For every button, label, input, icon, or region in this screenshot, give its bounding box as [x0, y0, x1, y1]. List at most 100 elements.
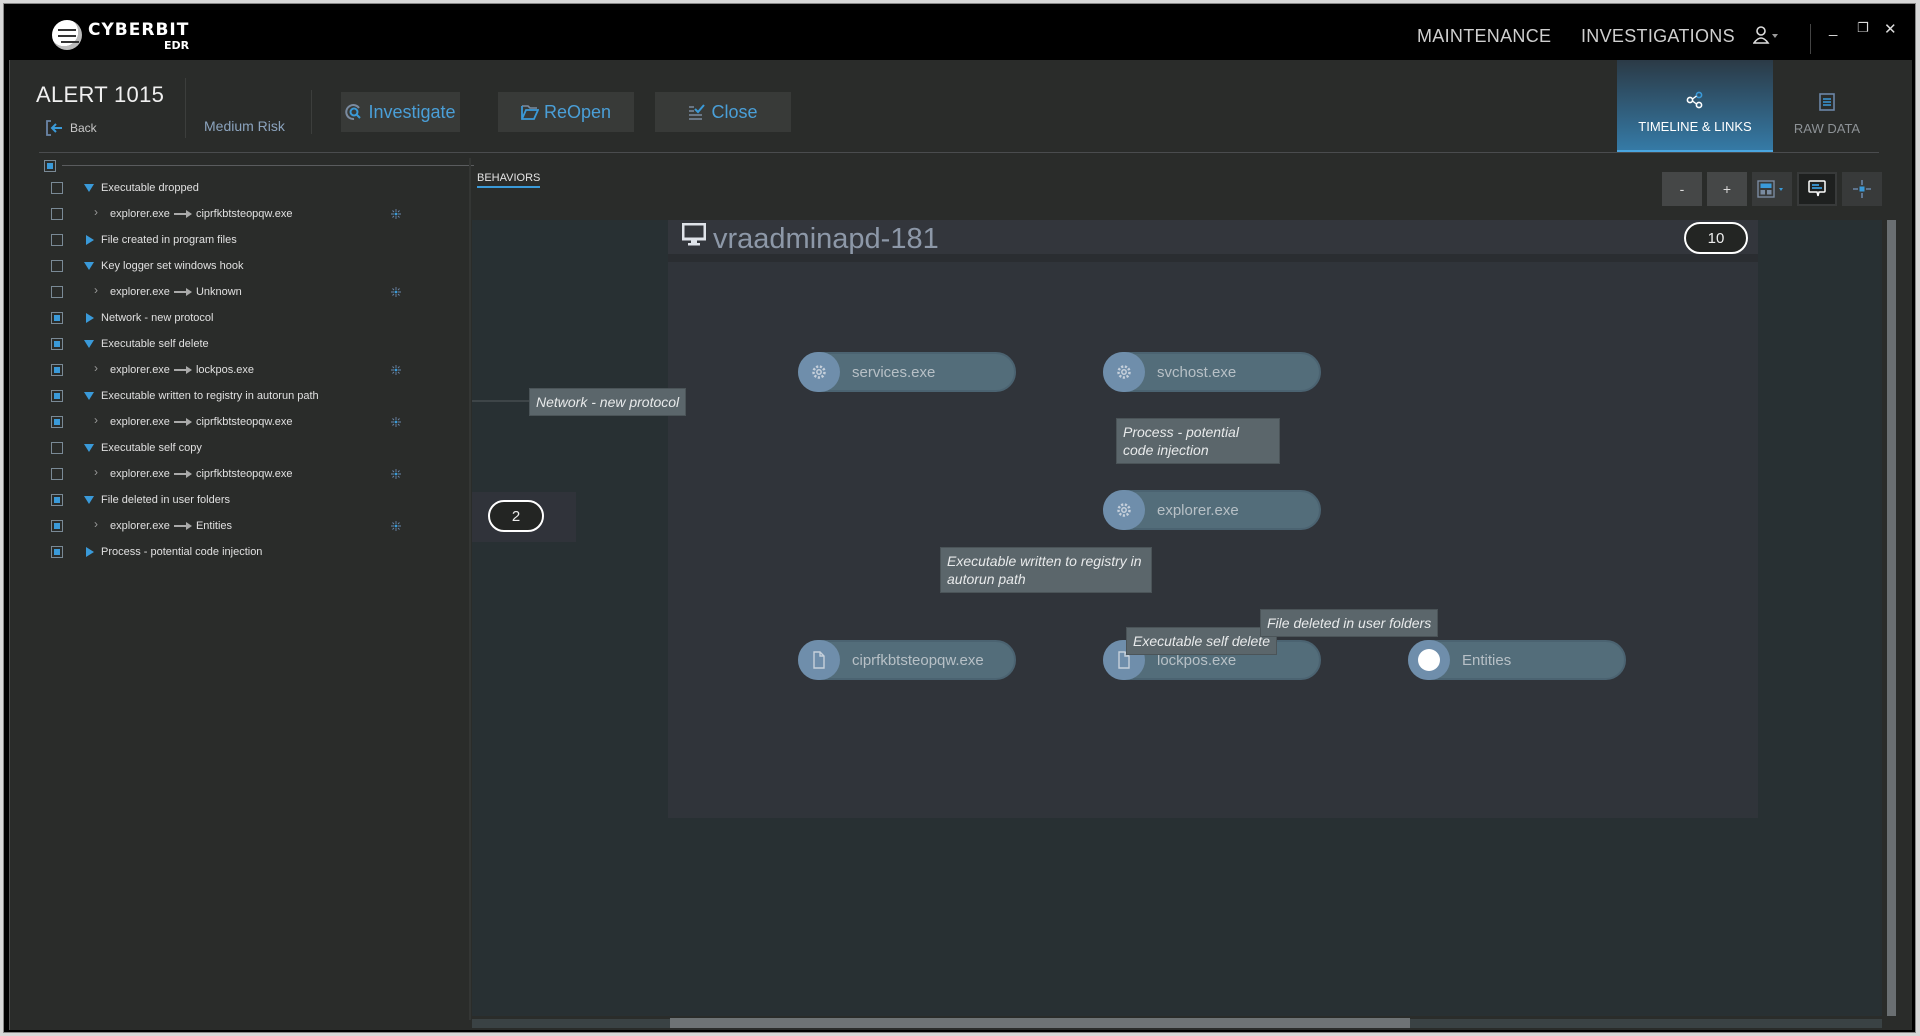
row-checkbox[interactable]: [51, 260, 63, 272]
expanded-caret-icon[interactable]: [84, 444, 94, 452]
host-name: vraadminapd-181: [713, 223, 939, 255]
minimize-button[interactable]: _: [1829, 20, 1837, 37]
edge-label-file-deleted[interactable]: File deleted in user folders: [1260, 609, 1439, 637]
behavior-group-row[interactable]: Key logger set windows hook: [34, 256, 474, 276]
behavior-event-row[interactable]: › explorer.exe ciprfkbtsteopqw.exe: [34, 412, 474, 432]
collapsed-caret-icon[interactable]: [86, 235, 94, 245]
behavior-group-row[interactable]: Executable written to registry in autoru…: [34, 386, 474, 406]
tab-timeline-links[interactable]: TIMELINE & LINKS: [1617, 60, 1773, 152]
locate-in-graph-icon[interactable]: [391, 365, 401, 375]
center-graph-button[interactable]: [1842, 172, 1882, 206]
row-checkbox[interactable]: [51, 520, 63, 532]
node-svchost[interactable]: svchost.exe: [1103, 352, 1321, 392]
row-checkbox[interactable]: [51, 182, 63, 194]
expanded-caret-icon[interactable]: [84, 392, 94, 400]
chevron-right-icon[interactable]: ›: [94, 413, 98, 427]
edge-label-self-delete[interactable]: Executable self delete: [1126, 627, 1277, 655]
behavior-group-row[interactable]: Process - potential code injection: [34, 542, 474, 562]
panel-splitter[interactable]: [469, 158, 471, 1020]
expanded-caret-icon[interactable]: [84, 184, 94, 192]
tab-raw-data[interactable]: RAW DATA: [1773, 60, 1881, 152]
node-explorer[interactable]: explorer.exe: [1103, 490, 1321, 530]
row-checkbox[interactable]: [51, 312, 63, 324]
vertical-scrollbar-thumb[interactable]: [1887, 220, 1896, 1016]
nav-investigations[interactable]: INVESTIGATIONS: [1581, 26, 1735, 47]
behavior-group-row[interactable]: Executable self copy: [34, 438, 474, 458]
close-window-button[interactable]: ✕: [1884, 20, 1897, 38]
header-divider: [185, 78, 186, 138]
reopen-button[interactable]: ReOpen: [498, 92, 634, 132]
row-checkbox[interactable]: [51, 390, 63, 402]
locate-in-graph-icon[interactable]: [391, 469, 401, 479]
chevron-right-icon[interactable]: ›: [94, 283, 98, 297]
row-checkbox[interactable]: [51, 546, 63, 558]
behavior-event-row[interactable]: › explorer.exe ciprfkbtsteopqw.exe: [34, 204, 474, 224]
edge-label-network[interactable]: Network - new protocol: [529, 388, 687, 416]
behavior-event-row[interactable]: › explorer.exe Entities: [34, 516, 474, 536]
collapsed-caret-icon[interactable]: [86, 313, 94, 323]
locate-in-graph-icon[interactable]: [391, 521, 401, 531]
header-divider: [311, 90, 312, 134]
event-target: lockpos.exe: [195, 364, 255, 376]
behavior-label: Executable written to registry in autoru…: [101, 390, 319, 402]
row-checkbox[interactable]: [51, 442, 63, 454]
node-label: Entities: [1462, 651, 1512, 669]
behavior-group-row[interactable]: Executable self delete: [34, 334, 474, 354]
expanded-caret-icon[interactable]: [84, 496, 94, 504]
group-count-badge[interactable]: 2: [488, 500, 544, 532]
graph-canvas[interactable]: 2 vraadminapd-181 10 services.exe svchos…: [472, 220, 1882, 1016]
labels-toggle-button[interactable]: [1797, 172, 1837, 206]
nav-maintenance[interactable]: MAINTENANCE: [1417, 26, 1551, 47]
node-services[interactable]: services.exe: [798, 352, 1016, 392]
edge-label-registry-autorun[interactable]: Executable written to registry in autoru…: [940, 547, 1152, 593]
node-ciprfkbtsteopqw[interactable]: ciprfkbtsteopqw.exe: [798, 640, 1016, 680]
zoom-in-button[interactable]: +: [1707, 172, 1747, 206]
user-menu-button[interactable]: [1752, 26, 1783, 46]
behavior-event-row[interactable]: › explorer.exe ciprfkbtsteopqw.exe: [34, 464, 474, 484]
comment-icon: [1808, 180, 1826, 197]
chevron-right-icon[interactable]: ›: [94, 517, 98, 531]
back-link[interactable]: Back: [46, 120, 97, 136]
expanded-caret-icon[interactable]: [84, 262, 94, 270]
restore-button[interactable]: ❐: [1857, 20, 1869, 36]
chevron-right-icon[interactable]: ›: [94, 465, 98, 479]
row-checkbox[interactable]: [51, 286, 63, 298]
caret-down-icon: [1779, 188, 1783, 191]
row-checkbox[interactable]: [51, 416, 63, 428]
behavior-group-row[interactable]: Network - new protocol: [34, 308, 474, 328]
behavior-event-row[interactable]: › explorer.exe lockpos.exe: [34, 360, 474, 380]
node-entities[interactable]: Entities: [1408, 640, 1626, 680]
chevron-right-icon[interactable]: ›: [94, 361, 98, 375]
back-icon: [46, 120, 62, 136]
collapsed-caret-icon[interactable]: [86, 547, 94, 557]
behavior-group-row[interactable]: File created in program files: [34, 230, 474, 250]
locate-in-graph-icon[interactable]: [391, 287, 401, 297]
row-checkbox[interactable]: [51, 494, 63, 506]
row-checkbox[interactable]: [51, 234, 63, 246]
behavior-group-row[interactable]: Executable dropped: [34, 178, 474, 198]
node-label: explorer.exe: [1157, 501, 1239, 519]
locate-in-graph-icon[interactable]: [391, 417, 401, 427]
locate-in-graph-icon[interactable]: [391, 209, 401, 219]
zoom-out-button[interactable]: -: [1662, 172, 1702, 206]
node-label: ciprfkbtsteopqw.exe: [852, 651, 984, 669]
host-event-count-badge[interactable]: 10: [1684, 222, 1748, 254]
behavior-group-row[interactable]: File deleted in user folders: [34, 490, 474, 510]
node-label: services.exe: [852, 363, 936, 381]
edge-label-code-injection[interactable]: Process - potential code injection: [1116, 418, 1280, 464]
layout-dropdown-button[interactable]: [1752, 172, 1792, 206]
behavior-event-row[interactable]: › explorer.exe Unknown: [34, 282, 474, 302]
collapsed-group[interactable]: 2: [472, 492, 576, 542]
select-all-checkbox[interactable]: [44, 160, 56, 172]
row-checkbox[interactable]: [51, 364, 63, 376]
horizontal-scrollbar-thumb[interactable]: [670, 1018, 1410, 1028]
row-checkbox[interactable]: [51, 338, 63, 350]
computer-icon: [682, 223, 706, 246]
row-checkbox[interactable]: [51, 468, 63, 480]
expanded-caret-icon[interactable]: [84, 340, 94, 348]
row-checkbox[interactable]: [51, 208, 63, 220]
chevron-right-icon[interactable]: ›: [94, 205, 98, 219]
tab-behaviors[interactable]: BEHAVIORS: [477, 172, 541, 188]
investigate-button[interactable]: Investigate: [341, 92, 460, 132]
close-alert-button[interactable]: Close: [655, 92, 791, 132]
